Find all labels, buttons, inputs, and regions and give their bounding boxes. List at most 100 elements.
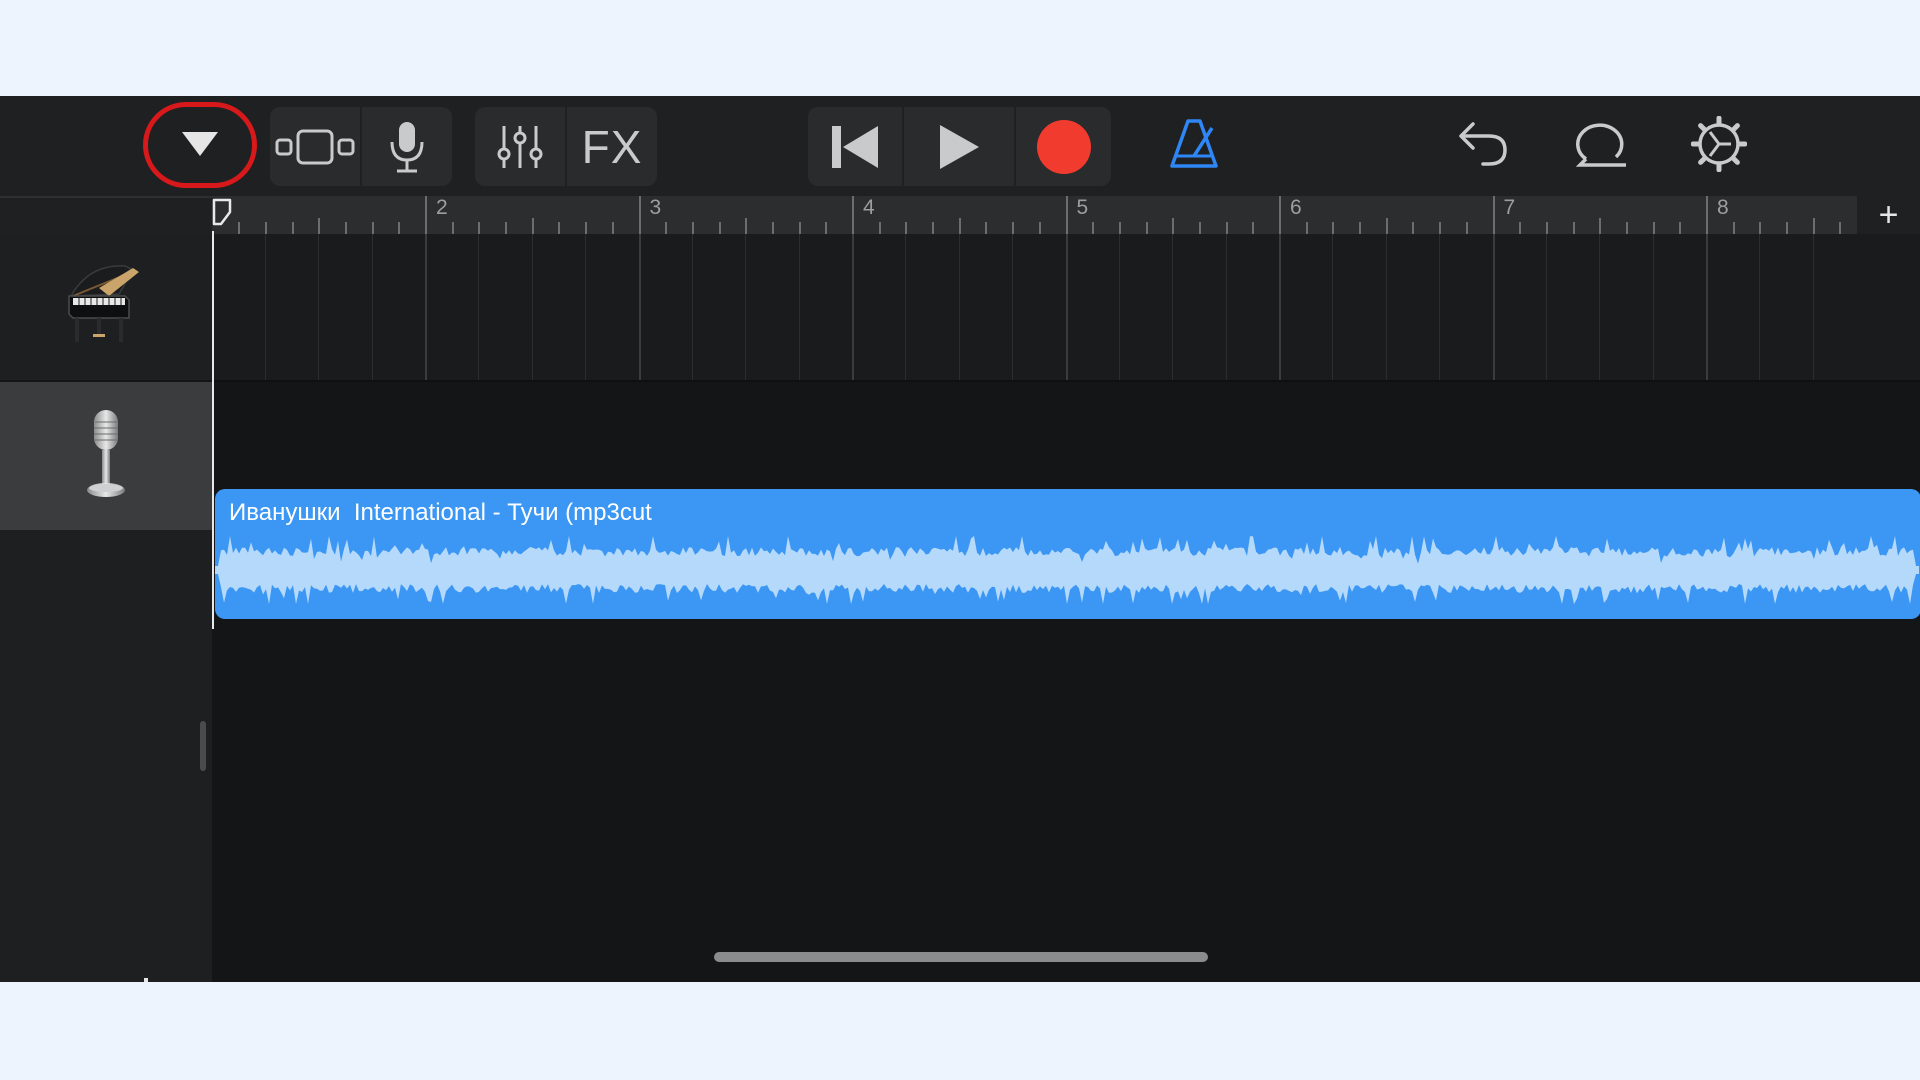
record-button[interactable]: [1014, 107, 1111, 186]
grid-line: [1065, 234, 1068, 382]
undo-button[interactable]: [1443, 107, 1523, 186]
grid-line: [1759, 234, 1761, 382]
ruler-tick: [985, 222, 988, 234]
ruler-tick: [1625, 222, 1628, 234]
track-headers: [0, 234, 212, 982]
ruler-bar-number: 3: [649, 196, 662, 219]
grid-line: [1706, 234, 1708, 382]
playhead-handle[interactable]: [212, 198, 232, 226]
playhead-line: [212, 231, 214, 629]
ruler-tick: [1385, 218, 1388, 234]
ruler-bar-number: 4: [863, 196, 875, 219]
timeline-ruler[interactable]: 2 3 4 5 6 7 8: [212, 196, 1857, 234]
record-input-button[interactable]: [360, 107, 452, 186]
ruler-tick: [291, 222, 294, 234]
grid-line: [371, 234, 373, 382]
track-header-piano[interactable]: [0, 234, 212, 382]
grid-line: [1545, 234, 1547, 382]
ruler-tick: [905, 222, 908, 234]
ruler-tick: [932, 222, 935, 234]
ruler-tick: [665, 222, 668, 234]
ruler-tick: [398, 222, 401, 234]
metronome-icon: [1168, 118, 1220, 175]
piano-icon: [63, 260, 149, 355]
grid-line: [425, 234, 427, 382]
play-button[interactable]: [902, 107, 1014, 186]
grid-line: [745, 234, 747, 382]
transport-group: [808, 107, 1111, 186]
ruler-tick: [505, 222, 508, 234]
ruler-bar-line: [852, 196, 854, 234]
ruler-tick: [611, 222, 614, 234]
track-scroll-indicator[interactable]: [200, 721, 206, 771]
ruler-tick: [1812, 218, 1815, 234]
microphone-icon: [81, 408, 131, 505]
ruler-bar-line: [425, 196, 427, 234]
grid-line: [531, 234, 533, 382]
microphone-icon: [387, 120, 427, 174]
metronome-button[interactable]: [1154, 107, 1234, 186]
grid-line: [264, 234, 266, 382]
ruler-tick: [1732, 222, 1735, 234]
ruler-tick: [1092, 222, 1095, 234]
track-lane-piano[interactable]: [212, 234, 1920, 382]
ruler-tick: [264, 222, 267, 234]
ruler-tick: [371, 222, 374, 234]
ruler-bar-number: 8: [1717, 196, 1729, 219]
grid-line: [798, 234, 800, 382]
grid-line: [318, 234, 320, 382]
grid-line: [958, 234, 960, 382]
ruler-tick: [1572, 222, 1575, 234]
ruler-tick: [1305, 222, 1308, 234]
play-icon: [937, 123, 981, 171]
loop-browser-button[interactable]: [1560, 107, 1640, 186]
fx-button[interactable]: FX: [565, 107, 657, 186]
grid-line: [1812, 234, 1814, 382]
ruler-tick: [1012, 222, 1015, 234]
ruler-left-spacer: [0, 196, 212, 234]
ruler-tick: [585, 222, 588, 234]
region-title: Иванушки International - Тучи (mp3cut: [229, 499, 652, 526]
grid-line: [1492, 234, 1495, 382]
loop-browser-icon: [1572, 119, 1628, 174]
track-header-audio-recorder[interactable]: [0, 382, 212, 530]
ruler-tick: [1118, 222, 1121, 234]
add-track-button[interactable]: [122, 976, 170, 982]
gear-icon: [1690, 115, 1748, 177]
grid-line: [691, 234, 693, 382]
tracks-view-button[interactable]: [145, 107, 255, 186]
ruler-bar-number: 7: [1503, 196, 1516, 219]
ruler-tick: [451, 222, 454, 234]
ruler-tick: [1332, 222, 1335, 234]
mixer-button[interactable]: [475, 107, 565, 186]
ruler-tick: [1252, 222, 1255, 234]
ruler-tick: [958, 218, 961, 234]
ruler-tick: [531, 218, 534, 234]
audio-region[interactable]: Иванушки International - Тучи (mp3cut: [215, 489, 1920, 619]
ruler-tick: [344, 222, 347, 234]
ruler-tick: [1465, 222, 1468, 234]
grid-line: [1599, 234, 1601, 382]
go-to-start-button[interactable]: [808, 107, 902, 186]
mixer-fx-group: FX: [475, 107, 657, 186]
add-section-button[interactable]: +: [1857, 196, 1920, 234]
track-view-button[interactable]: [270, 107, 360, 186]
grid-line: [478, 234, 480, 382]
ruler-tick: [1412, 222, 1415, 234]
ruler-tick: [1786, 222, 1789, 234]
settings-button[interactable]: [1679, 107, 1759, 186]
grid-line: [1439, 234, 1441, 382]
home-indicator[interactable]: [714, 952, 1208, 962]
ruler-tick: [1038, 222, 1041, 234]
ruler-tick: [1519, 222, 1522, 234]
ruler-tick: [1545, 222, 1548, 234]
grid-line: [905, 234, 907, 382]
ruler-tick: [1759, 222, 1762, 234]
ruler-tick: [771, 222, 774, 234]
grid-line: [852, 234, 854, 382]
triangle-down-icon: [180, 129, 220, 164]
ruler-bar-number: 2: [436, 196, 448, 219]
ruler-bar-number: 6: [1290, 196, 1302, 219]
grid-line: [1225, 234, 1227, 382]
ruler-bar-line: [638, 196, 641, 234]
